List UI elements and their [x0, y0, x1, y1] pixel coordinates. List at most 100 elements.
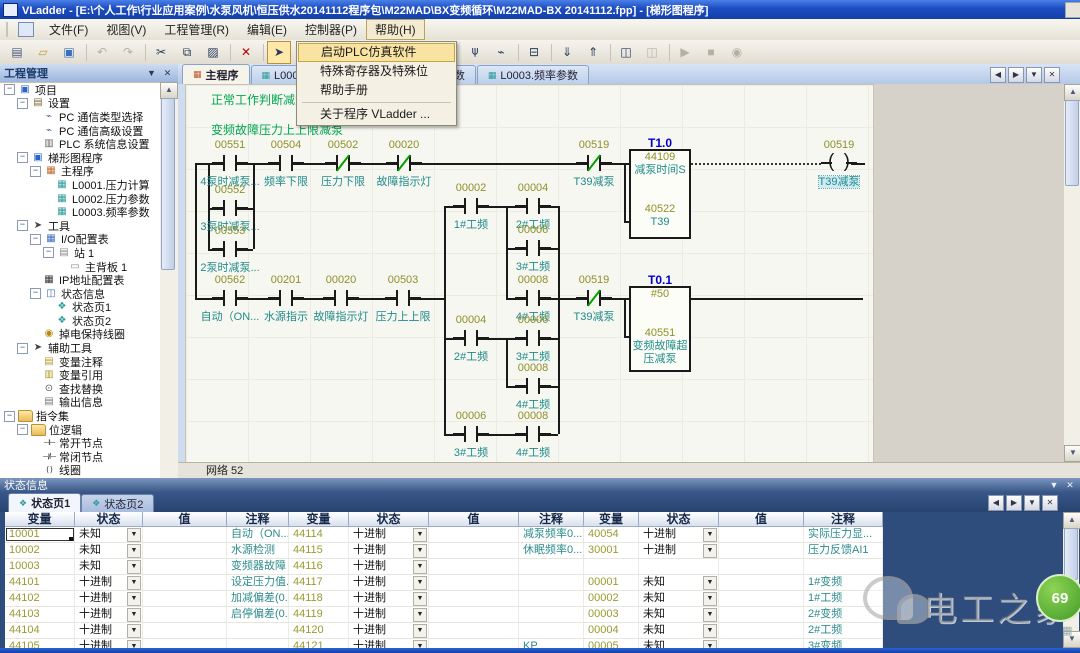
scroll-up-icon[interactable]: ▲ [1064, 84, 1080, 101]
value-cell[interactable] [143, 575, 227, 590]
dropdown-arrow-icon[interactable]: ▼ [127, 528, 141, 542]
upload-from-plc-button[interactable]: ⇑ [581, 41, 605, 64]
column-header-变量[interactable]: 变量 [584, 512, 639, 527]
variable-cell[interactable] [584, 559, 639, 574]
status-cell[interactable]: 未知 ▼ [75, 543, 143, 558]
variable-cell[interactable]: 44115 [289, 543, 349, 558]
new-file-button[interactable]: ▤ [5, 41, 29, 64]
scroll-down-icon[interactable]: ▼ [1064, 445, 1080, 462]
dropdown-arrow-icon[interactable]: ▼ [413, 640, 427, 648]
collapse-icon[interactable]: − [4, 410, 15, 422]
tab-list-icon[interactable]: ▼ [1026, 67, 1042, 83]
print-button[interactable]: ⊟ [518, 41, 546, 64]
variable-cell[interactable]: 44120 [289, 623, 349, 638]
panel-pin-icon[interactable]: ▼ [1048, 480, 1060, 490]
column-header-注释[interactable]: 注释 [227, 512, 289, 527]
tree-item[interactable]: ▤ 输出信息 [0, 396, 160, 409]
variable-cell[interactable]: 44117 [289, 575, 349, 590]
insert-branch-up-button[interactable]: ⋔ [463, 41, 487, 64]
variable-cell[interactable]: 44118 [289, 591, 349, 606]
timer-block-T0.1[interactable]: T0.1 #50 40551 变频故障超 压减泵 [629, 273, 691, 372]
close-tab-icon[interactable]: ✕ [1042, 495, 1058, 511]
collapse-icon[interactable]: − [17, 220, 28, 232]
scroll-up-icon[interactable]: ▲ [1063, 512, 1080, 529]
value-cell[interactable] [719, 575, 804, 590]
variable-cell[interactable]: 44102 [5, 591, 75, 606]
menu-item-3[interactable]: 工程管理(R) [155, 19, 238, 40]
column-header-注释[interactable]: 注释 [519, 512, 584, 527]
dropdown-arrow-icon[interactable]: ▼ [127, 576, 141, 590]
comment-cell[interactable] [519, 575, 584, 590]
monitor-mode-button[interactable]: ◫ [610, 41, 638, 64]
collapse-icon[interactable]: − [4, 84, 15, 96]
variable-cell[interactable]: 44103 [5, 607, 75, 622]
comment-cell[interactable]: 3#变频 [804, 639, 883, 648]
column-header-状态[interactable]: 状态 [75, 512, 143, 527]
panel-close-icon[interactable]: ✕ [161, 68, 174, 79]
value-cell[interactable] [719, 543, 804, 558]
contact-no-00004[interactable]: 00004 2#工频 [453, 314, 489, 363]
delete-branch-button[interactable]: ⌁ [489, 41, 513, 64]
scrollbar-thumb[interactable] [1064, 528, 1078, 580]
column-header-变量[interactable]: 变量 [5, 512, 75, 527]
variable-cell[interactable]: 00003 [584, 607, 639, 622]
comment-cell[interactable] [519, 607, 584, 622]
comment-cell[interactable] [519, 591, 584, 606]
coil-00519[interactable]: ( ) 00519 T39减泵 [817, 139, 861, 189]
dropdown-arrow-icon[interactable]: ▼ [413, 528, 427, 542]
dropdown-arrow-icon[interactable]: ▼ [127, 608, 141, 622]
value-cell[interactable] [719, 591, 804, 606]
document-icon[interactable] [18, 22, 34, 37]
dropdown-arrow-icon[interactable]: ▼ [127, 592, 141, 606]
paste-button[interactable]: ▨ [201, 41, 225, 64]
status-cell[interactable]: 十进制 ▼ [75, 575, 143, 590]
status-cell[interactable]: 十进制 ▼ [75, 591, 143, 606]
scroll-tabs-right-icon[interactable]: ▶ [1006, 495, 1022, 511]
contact-no-00008[interactable]: 00008 4#工频 [515, 274, 551, 323]
scrollbar-thumb[interactable] [161, 98, 175, 270]
download-to-plc-button[interactable]: ⇓ [551, 41, 579, 64]
variable-cell[interactable]: 10003 [5, 559, 75, 574]
panel-pin-icon[interactable]: ▼ [145, 68, 158, 78]
comment-cell[interactable] [804, 559, 883, 574]
comment-cell[interactable]: 启停偏差(0... [227, 607, 289, 622]
status-cell[interactable]: 十进制 ▼ [349, 543, 429, 558]
help-menu-item[interactable]: 特殊寄存器及特殊位 [298, 62, 455, 81]
open-file-button[interactable]: ▱ [31, 41, 55, 64]
contact-no-00004[interactable]: 00004 2#工频 [515, 182, 551, 231]
contact-no-00562[interactable]: 00562 自动（ON... [201, 274, 260, 323]
help-menu-item[interactable]: 启动PLC仿真软件 [298, 43, 455, 62]
collapse-icon[interactable]: − [43, 247, 54, 259]
contact-nc-00020[interactable]: 00020 故障指示灯 [377, 139, 432, 188]
contact-no-00551[interactable]: 00551 4泵时减泵... [200, 139, 259, 188]
dropdown-arrow-icon[interactable]: ▼ [413, 576, 427, 590]
tree-item[interactable]: ▦ L0003.频率参数 [0, 205, 160, 219]
variable-cell[interactable]: 44105 [5, 639, 75, 648]
collapse-icon[interactable]: − [17, 97, 28, 109]
value-cell[interactable] [719, 527, 804, 542]
value-cell[interactable] [429, 639, 519, 648]
contact-no-00006[interactable]: 00006 3#工频 [515, 224, 551, 273]
contact-no-00006[interactable]: 00006 3#工频 [453, 410, 489, 459]
copy-button[interactable]: ⧉ [175, 41, 199, 64]
ladder-canvas[interactable]: 正常工作判断减泵 变频故障压力上上限减泵 00551 4泵时减泵... 00552 3泵时… [185, 84, 874, 464]
status-cell[interactable]: 十进制 ▼ [75, 607, 143, 622]
scroll-tabs-left-icon[interactable]: ◀ [990, 67, 1006, 83]
comment-cell[interactable]: 2#变频 [804, 607, 883, 622]
status-cell[interactable]: 十进制 ▼ [349, 591, 429, 606]
status-tab-1[interactable]: ❖ 状态页1 [8, 493, 82, 512]
dropdown-arrow-icon[interactable]: ▼ [127, 640, 141, 648]
dropdown-arrow-icon[interactable]: ▼ [413, 592, 427, 606]
dropdown-arrow-icon[interactable]: ▼ [703, 544, 717, 558]
status-cell[interactable]: 十进制 ▼ [349, 607, 429, 622]
tree-item[interactable]: − ▣ 项目 [0, 83, 160, 97]
contact-no-00008[interactable]: 00008 4#工频 [515, 362, 551, 411]
comment-cell[interactable] [227, 639, 289, 648]
comment-cell[interactable]: 减泵频率0... [519, 527, 584, 542]
collapse-icon[interactable]: − [17, 424, 28, 436]
comment-cell[interactable]: KP [519, 639, 584, 648]
column-header-变量[interactable]: 变量 [289, 512, 349, 527]
comment-cell[interactable]: 加减偏差(0... [227, 591, 289, 606]
comment-cell[interactable]: 变频器故障 [227, 559, 289, 574]
save-all-button[interactable]: ▣ [57, 41, 81, 64]
